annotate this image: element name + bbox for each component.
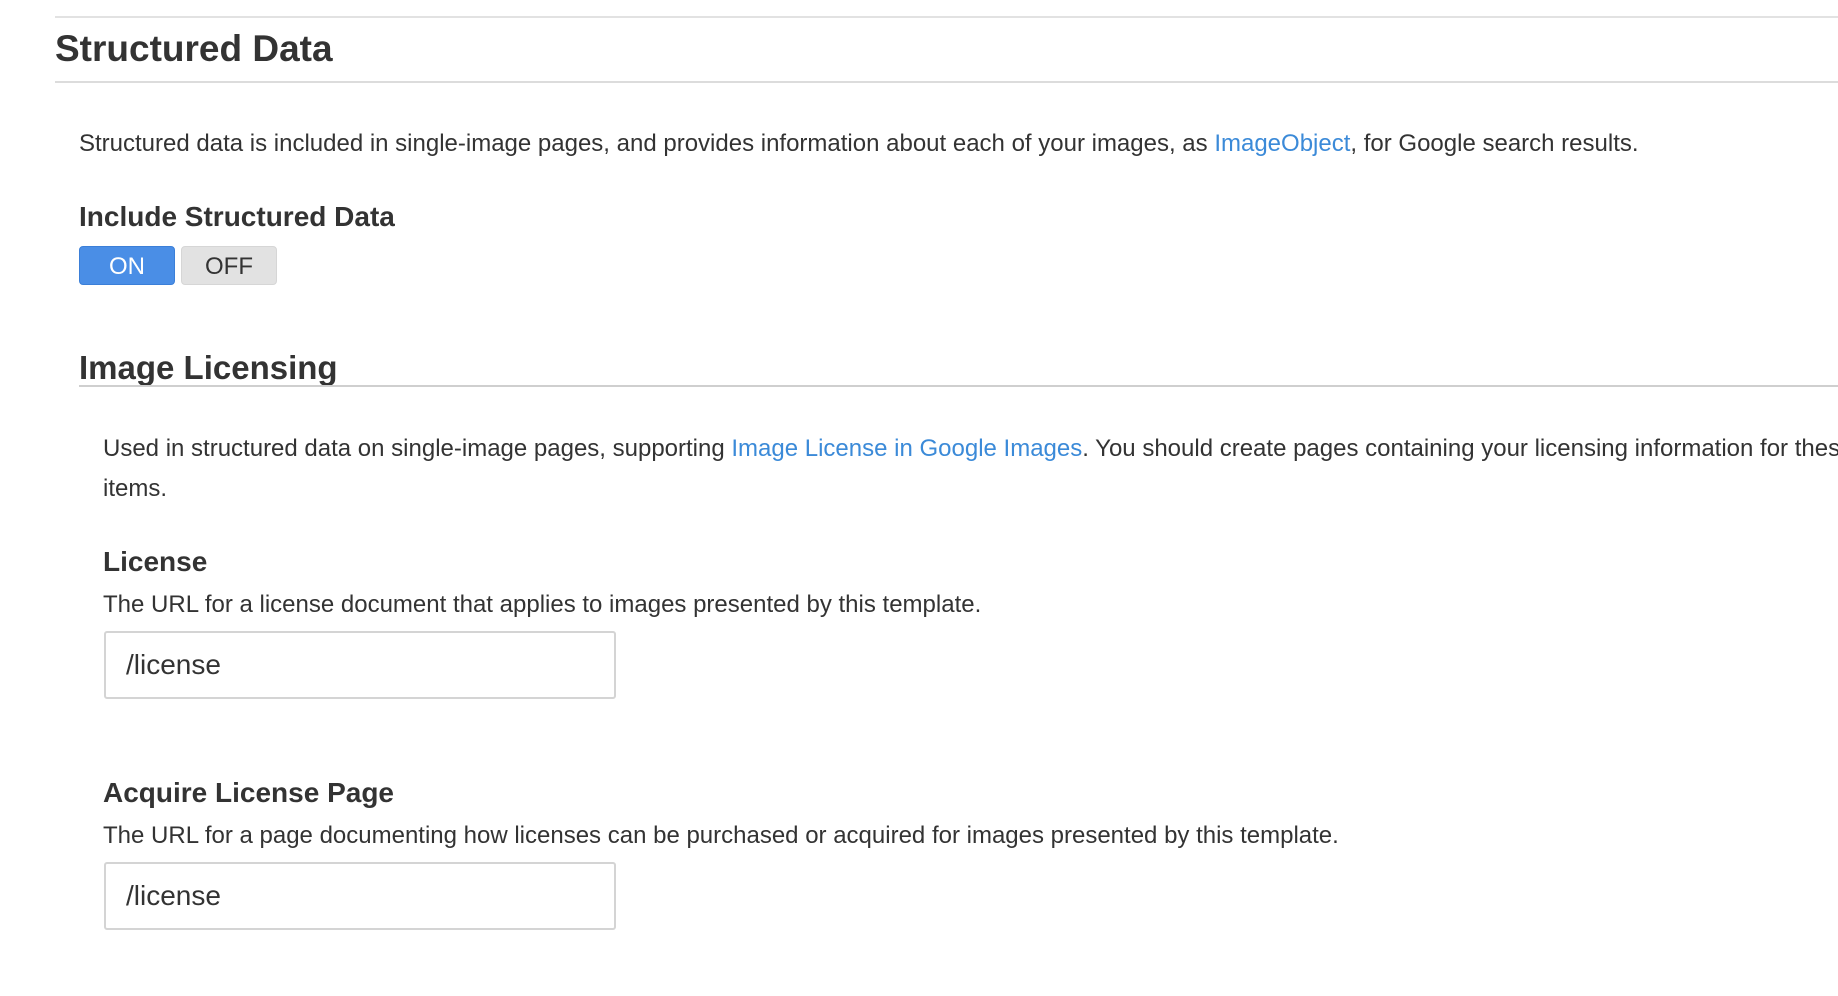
toggle-on-button[interactable]: ON (79, 246, 175, 285)
license-url-input[interactable] (104, 631, 616, 699)
acquire-license-page-input[interactable] (104, 862, 616, 930)
license-help-text: The URL for a license document that appl… (103, 591, 982, 618)
license-label: License (103, 546, 208, 577)
imageobject-link[interactable]: ImageObject (1214, 130, 1350, 157)
structured-data-description-text: Structured data is included in single-im… (79, 130, 1215, 157)
section-title-image-licensing: Image Licensing (79, 349, 338, 386)
section-divider (55, 81, 1838, 83)
image-licensing-description-text: Used in structured data on single-image … (103, 435, 732, 462)
structured-data-description-tail: , for Google search results. (1350, 130, 1639, 157)
settings-page: Structured Data Structured data is inclu… (0, 0, 1838, 996)
structured-data-description: Structured data is included in single-im… (79, 128, 1639, 160)
top-divider (55, 16, 1838, 18)
acquire-license-page-label: Acquire License Page (103, 777, 395, 808)
section-title-structured-data: Structured Data (55, 28, 333, 69)
subsection-divider (79, 385, 1838, 387)
image-license-google-link[interactable]: Image License in Google Images (731, 435, 1082, 462)
include-structured-data-toggle: ON OFF (79, 246, 277, 285)
acquire-license-page-help-text: The URL for a page documenting how licen… (103, 822, 1339, 849)
image-licensing-description: Used in structured data on single-image … (103, 429, 1838, 509)
include-structured-data-label: Include Structured Data (79, 201, 395, 232)
toggle-off-button[interactable]: OFF (181, 246, 277, 285)
